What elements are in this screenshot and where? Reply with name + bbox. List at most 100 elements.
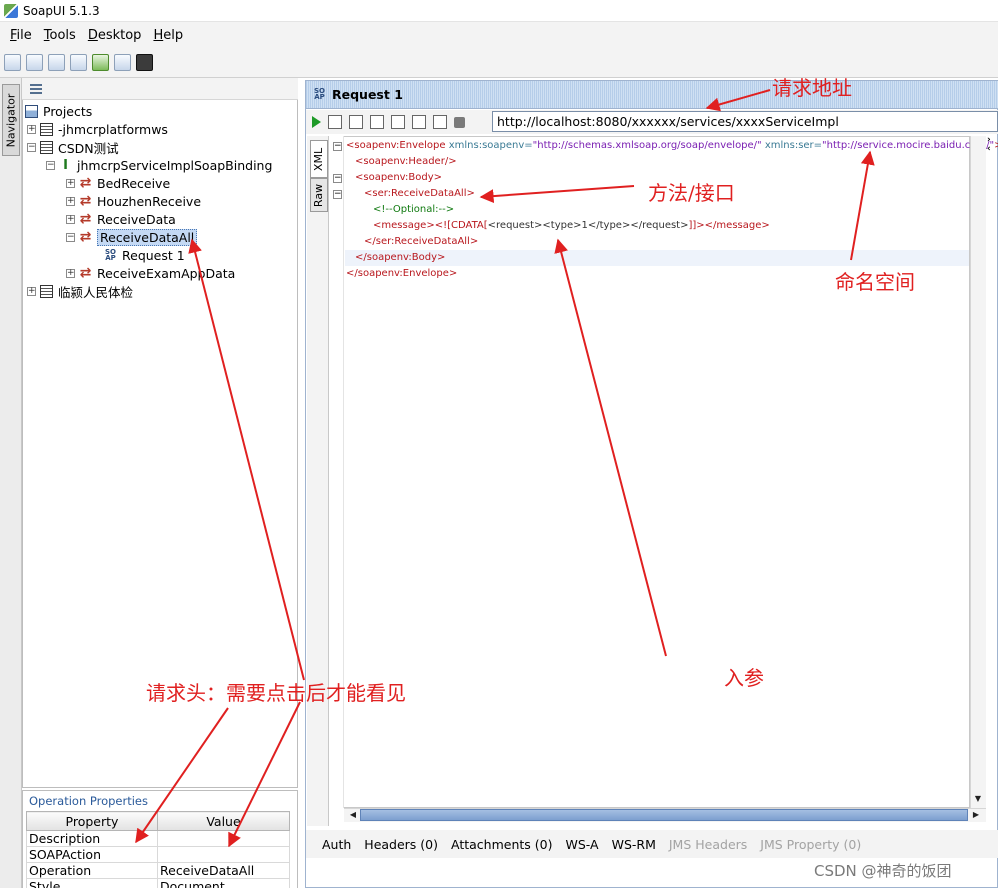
split-view-icon[interactable] bbox=[391, 115, 405, 129]
xml-token: <soapenv:Body> bbox=[355, 172, 443, 183]
expand-icon[interactable]: + bbox=[27, 124, 36, 134]
expand-icon[interactable]: + bbox=[66, 178, 75, 188]
tree-item-operation[interactable]: + ⇄ ReceiveData bbox=[66, 210, 176, 228]
tree-item-request[interactable]: SO AP Request 1 bbox=[104, 246, 185, 264]
preferences-icon[interactable] bbox=[114, 54, 131, 71]
wsdl-project-icon bbox=[40, 140, 53, 154]
soap-request-icon: SO AP bbox=[105, 247, 116, 262]
annotation-params: 入参 bbox=[724, 666, 764, 690]
import-project-icon[interactable] bbox=[26, 54, 43, 71]
fold-icon[interactable]: − bbox=[333, 142, 342, 151]
tree-root[interactable]: Projects bbox=[25, 102, 92, 120]
operation-icon: ⇄ bbox=[79, 210, 92, 227]
cancel-request-icon[interactable] bbox=[454, 116, 465, 128]
wsdl-project-icon bbox=[40, 122, 53, 136]
tab-raw[interactable]: Raw bbox=[310, 178, 328, 212]
collapse-icon[interactable]: − bbox=[27, 142, 36, 152]
xml-token: </soapenv:Envelope> bbox=[346, 268, 458, 279]
collapse-icon[interactable]: − bbox=[46, 160, 55, 170]
table-row[interactable]: SOAPAction bbox=[26, 846, 290, 863]
editor-gutter bbox=[330, 136, 344, 808]
table-row[interactable]: Operation ReceiveDataAll bbox=[26, 862, 290, 879]
forum-icon[interactable] bbox=[70, 54, 87, 71]
xml-token: xmlns:ser= bbox=[761, 140, 823, 151]
scroll-down-icon[interactable]: ▼ bbox=[972, 793, 984, 805]
editor-expand-icon[interactable]: › ‹ bbox=[987, 136, 998, 156]
xml-token: <ser:ReceiveDataAll> bbox=[364, 188, 475, 199]
tab-auth[interactable]: Auth bbox=[322, 837, 351, 852]
tree-item-project[interactable]: − CSDN测试 bbox=[27, 138, 119, 156]
xml-token: <message> bbox=[373, 220, 435, 231]
tab-headers[interactable]: Headers (0) bbox=[364, 837, 438, 852]
vertical-scrollbar[interactable] bbox=[970, 136, 986, 808]
table-row[interactable]: Style Document bbox=[26, 878, 290, 888]
submit-request-icon[interactable] bbox=[312, 116, 321, 128]
menu-help[interactable]: Help bbox=[147, 28, 189, 43]
request-bottom-tabs: Auth Headers (0) Attachments (0) WS-A WS… bbox=[306, 830, 998, 858]
xml-token: </soapenv:Body> bbox=[355, 252, 446, 263]
xml-line: <soapenv:Header/> bbox=[355, 154, 457, 170]
soap-request-icon: SO AP bbox=[314, 87, 325, 101]
tree-item-operation[interactable]: + ⇄ ReceiveExamAppData bbox=[66, 264, 235, 282]
operation-icon: ⇄ bbox=[79, 264, 92, 281]
tab-jms-headers: JMS Headers bbox=[668, 836, 748, 852]
tab-attachments[interactable]: Attachments (0) bbox=[451, 837, 552, 852]
tab-view-icon[interactable] bbox=[412, 115, 426, 129]
expand-icon[interactable]: + bbox=[66, 196, 75, 206]
tree-item-operation-selected[interactable]: − ⇄ ReceiveDataAll bbox=[66, 228, 198, 246]
tree-item-operation[interactable]: + ⇄ BedReceive bbox=[66, 174, 170, 192]
fold-icon[interactable]: − bbox=[333, 174, 342, 183]
navigator-tab[interactable]: Navigator bbox=[2, 84, 20, 156]
tree-toolbar bbox=[22, 78, 298, 100]
horizontal-scroll-thumb[interactable] bbox=[360, 809, 968, 821]
xml-line: <soapenv:Envelope xmlns:soapenv="http://… bbox=[346, 138, 998, 154]
tree-item-operation[interactable]: + ⇄ HouzhenReceive bbox=[66, 192, 201, 210]
operation-properties-title: Operation Properties bbox=[29, 794, 149, 808]
endpoint-url-input[interactable]: http://localhost:8080/xxxxxx/services/xx… bbox=[492, 111, 998, 132]
tree-item-project[interactable]: + -jhmcrplatformws bbox=[27, 120, 168, 138]
menu-tools[interactable]: Tools bbox=[38, 28, 82, 43]
soapui-logo-icon bbox=[4, 3, 18, 18]
ws-a-icon[interactable] bbox=[349, 115, 363, 129]
tab-ws-rm[interactable]: WS-RM bbox=[612, 837, 656, 852]
expand-icon[interactable]: + bbox=[27, 286, 36, 296]
expand-icon[interactable]: + bbox=[66, 214, 75, 224]
tree-view-icon[interactable] bbox=[30, 84, 42, 94]
proxy-icon[interactable] bbox=[136, 54, 153, 71]
column-header-property[interactable]: Property bbox=[26, 811, 158, 831]
tree-item-interface[interactable]: − I jhmcrpServiceImplSoapBinding bbox=[46, 156, 272, 174]
collapse-icon[interactable]: − bbox=[66, 232, 75, 242]
xml-token: "http://service.mocire.baidu.com/" bbox=[822, 140, 995, 151]
xml-token: <soapenv:Header/> bbox=[355, 156, 457, 167]
binding-icon: I bbox=[63, 157, 68, 173]
save-all-icon[interactable] bbox=[48, 54, 65, 71]
properties-table: Property Value Description SOAPAction Op… bbox=[26, 811, 290, 888]
scroll-right-icon[interactable]: ▶ bbox=[970, 809, 982, 821]
scroll-left-icon[interactable]: ◀ bbox=[347, 809, 359, 821]
expand-icon[interactable]: + bbox=[66, 268, 75, 278]
annotation-method: 方法/接口 bbox=[648, 181, 735, 205]
xml-line: <message><![CDATA[<request><type>1</type… bbox=[373, 218, 770, 234]
trial-icon[interactable] bbox=[92, 54, 109, 71]
create-test-icon[interactable] bbox=[433, 115, 447, 129]
new-project-icon[interactable] bbox=[4, 54, 21, 71]
tab-ws-a[interactable]: WS-A bbox=[566, 837, 599, 852]
add-endpoint-icon[interactable] bbox=[328, 115, 342, 129]
xml-token: <soapenv:Envelope bbox=[346, 140, 446, 151]
xml-token: <!--Optional:--> bbox=[373, 204, 455, 215]
menu-bar: File Tools Desktop Help bbox=[0, 22, 998, 48]
window-title: SoapUI 5.1.3 bbox=[23, 3, 100, 18]
fold-icon[interactable]: − bbox=[333, 190, 342, 199]
tab-xml[interactable]: XML bbox=[310, 140, 328, 178]
table-row[interactable]: Description bbox=[26, 830, 290, 847]
annotation-headers: 请求头：需要点击后才能看见 bbox=[146, 681, 406, 705]
format-icon[interactable] bbox=[370, 115, 384, 129]
menu-file[interactable]: File bbox=[4, 28, 38, 43]
tree-item-project[interactable]: + 临颍人民体检 bbox=[27, 282, 133, 300]
annotation-namespace: 命名空间 bbox=[835, 270, 915, 294]
operation-icon: ⇄ bbox=[79, 174, 92, 191]
projects-icon bbox=[25, 104, 38, 118]
operation-icon: ⇄ bbox=[79, 228, 92, 245]
menu-desktop[interactable]: Desktop bbox=[82, 28, 148, 43]
column-header-value[interactable]: Value bbox=[157, 811, 290, 831]
